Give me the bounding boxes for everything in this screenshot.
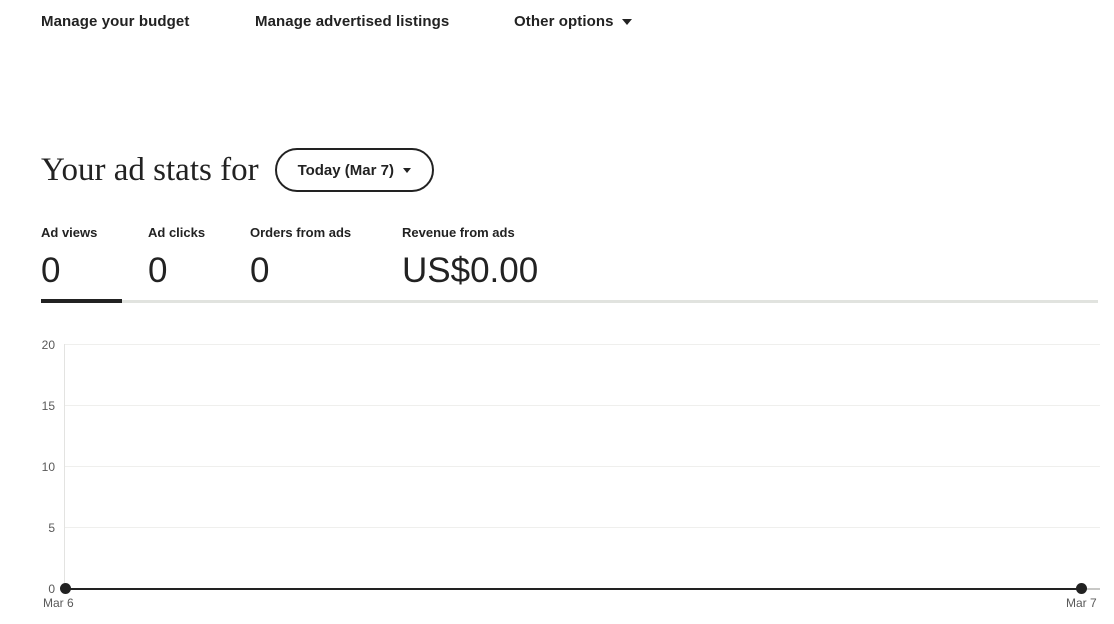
active-tab-underline <box>41 299 122 303</box>
data-point-mar-6[interactable] <box>60 583 71 594</box>
nav-item-manage-advertised-listings[interactable]: Manage advertised listings <box>255 13 449 30</box>
x-tick-label: Mar 7 <box>1066 596 1097 610</box>
stat-label: Ad views <box>41 225 98 240</box>
data-line-series-ad-views <box>65 588 1081 590</box>
y-tick-label: 0 <box>48 582 55 596</box>
nav-item-other-options[interactable]: Other options <box>514 13 632 30</box>
top-nav: Manage your budget Manage advertised lis… <box>0 0 1114 46</box>
stat-label: Ad clicks <box>148 225 206 240</box>
stat-tab-ad-views[interactable]: Ad views 0 <box>41 226 97 288</box>
stats-tabs: Ad views 0 Ad clicks 0 Orders from ads 0… <box>41 226 1098 302</box>
nav-item-label: Manage your budget <box>41 13 190 30</box>
date-range-dropdown[interactable]: Today (Mar 7) <box>274 148 434 192</box>
gridline-20 <box>65 344 1100 345</box>
gridline-5 <box>65 527 1100 528</box>
nav-item-label: Other options <box>514 13 614 30</box>
stat-tab-revenue-from-ads[interactable]: Revenue from ads US$0.00 <box>402 226 538 288</box>
stat-label: Revenue from ads <box>402 225 515 240</box>
tab-divider <box>41 300 1098 303</box>
x-tick-label: Mar 6 <box>43 596 74 610</box>
y-tick-label: 10 <box>41 460 55 474</box>
y-axis-line <box>64 344 65 589</box>
stat-label: Orders from ads <box>250 225 352 240</box>
chevron-down-icon <box>621 18 632 25</box>
y-tick-label: 20 <box>41 338 55 352</box>
gridline-10 <box>65 466 1100 467</box>
y-tick-label: 5 <box>48 521 55 535</box>
gridline-15 <box>65 405 1100 406</box>
data-point-mar-7[interactable] <box>1076 583 1087 594</box>
stat-value: US$0.00 <box>402 251 539 290</box>
stat-value: 0 <box>41 251 61 290</box>
nav-item-manage-your-budget[interactable]: Manage your budget <box>41 13 189 30</box>
chevron-down-icon <box>402 167 411 173</box>
stat-value: 0 <box>148 251 168 290</box>
stat-value: 0 <box>250 251 270 290</box>
nav-item-label: Manage advertised listings <box>255 13 450 30</box>
y-axis: 20 15 10 5 0 <box>15 318 55 624</box>
date-range-label: Today (Mar 7) <box>297 161 394 179</box>
heading-row: Your ad stats for Today (Mar 7) <box>41 148 434 192</box>
y-tick-label: 15 <box>41 399 55 413</box>
stat-tab-orders-from-ads[interactable]: Orders from ads 0 <box>250 226 351 288</box>
stat-tab-ad-clicks[interactable]: Ad clicks 0 <box>148 226 205 288</box>
page-title: Your ad stats for <box>41 151 259 188</box>
ad-stats-chart: 20 15 10 5 0 Mar 6 Mar 7 <box>0 318 1114 624</box>
